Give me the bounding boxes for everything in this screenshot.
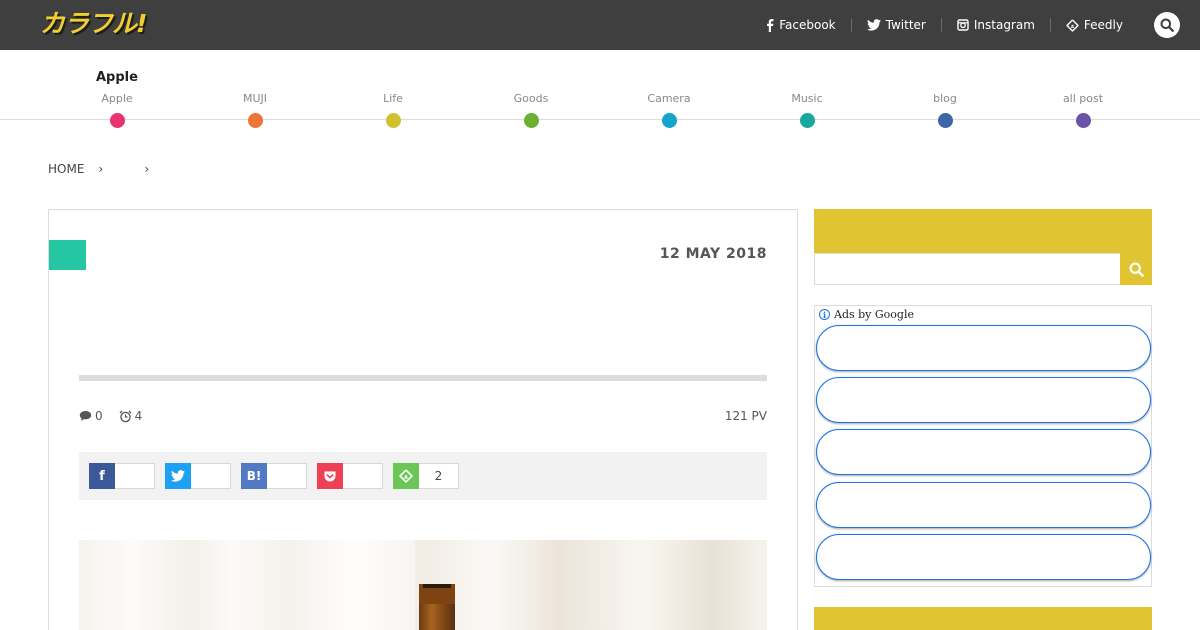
comment-count: 0 <box>95 409 103 423</box>
nav-item-label: all post <box>1062 92 1104 105</box>
search-icon <box>1129 262 1144 277</box>
twitter-icon <box>165 463 191 489</box>
instagram-link[interactable]: Instagram <box>940 18 1050 32</box>
ad-link-button[interactable] <box>816 482 1151 528</box>
facebook-icon <box>767 18 774 32</box>
category-dot <box>661 113 677 128</box>
pocket-icon <box>317 463 343 489</box>
share-count <box>343 463 383 489</box>
breadcrumb-separator: › <box>98 162 104 176</box>
sidebar-header <box>814 209 1152 253</box>
twitter-label: Twitter <box>885 18 926 32</box>
twitter-link[interactable]: Twitter <box>850 18 941 32</box>
post-meta: 0 4 <box>79 409 158 423</box>
ads-label-text: Ads by Google <box>834 308 914 321</box>
nav-item-muji[interactable]: MUJI <box>205 92 305 128</box>
share-bar: f B! 2 <box>79 452 767 500</box>
facebook-icon: f <box>89 463 115 489</box>
sidebar-search-input[interactable] <box>814 253 1152 285</box>
nav-item-label: Life <box>383 92 403 105</box>
ads-by-google-label[interactable]: i Ads by Google <box>819 308 914 321</box>
category-tag[interactable] <box>49 240 86 270</box>
facebook-share-button[interactable]: f <box>89 463 155 489</box>
site-logo[interactable]: カラフル! <box>40 6 147 42</box>
category-dot <box>385 113 401 128</box>
nav-item-blog[interactable]: blog <box>895 92 995 128</box>
social-links: Facebook Twitter Instagram Feedly <box>751 0 1138 50</box>
ad-link-button[interactable] <box>816 534 1151 580</box>
info-icon: i <box>819 309 830 320</box>
twitter-share-button[interactable] <box>165 463 231 489</box>
feedly-link[interactable]: Feedly <box>1049 18 1138 32</box>
hatena-bookmark-button[interactable]: B! <box>241 463 307 489</box>
nav-item-label: Music <box>791 92 823 105</box>
feedly-icon <box>1066 19 1079 32</box>
comment-icon <box>79 411 92 421</box>
title-divider <box>79 375 767 381</box>
nav-item-goods[interactable]: Goods <box>481 92 581 128</box>
post-date: 12 MAY 2018 <box>659 246 767 262</box>
facebook-link[interactable]: Facebook <box>751 18 850 32</box>
pocket-button[interactable] <box>317 463 383 489</box>
category-dot <box>937 113 953 128</box>
category-dot <box>247 113 263 128</box>
category-nav: Apple Apple MUJI Life Goods Camera Music… <box>0 50 1200 128</box>
page-views: 121 PV <box>724 409 767 423</box>
current-category: Apple <box>96 70 138 85</box>
header-search-button[interactable] <box>1154 12 1180 38</box>
instagram-label: Instagram <box>973 18 1035 32</box>
facebook-label: Facebook <box>779 18 836 32</box>
sidebar-header-2 <box>814 607 1152 630</box>
read-time: 4 <box>134 409 143 423</box>
nav-item-apple[interactable]: Apple <box>67 92 167 128</box>
ad-link-button[interactable] <box>816 325 1151 371</box>
nav-item-all-post[interactable]: all post <box>1033 92 1133 128</box>
ad-link-button[interactable] <box>816 377 1151 423</box>
nav-item-camera[interactable]: Camera <box>619 92 719 128</box>
breadcrumb-separator: › <box>144 162 150 176</box>
hatena-icon: B! <box>241 463 267 489</box>
share-count <box>115 463 155 489</box>
share-count: 2 <box>419 463 459 489</box>
instagram-icon <box>957 19 969 31</box>
nav-item-label: Goods <box>513 92 549 105</box>
sidebar-search-button[interactable] <box>1120 253 1152 285</box>
breadcrumb-home-link[interactable]: HOME <box>48 162 84 176</box>
nav-item-life[interactable]: Life <box>343 92 443 128</box>
share-count <box>267 463 307 489</box>
ads-widget: i Ads by Google <box>814 305 1152 587</box>
twitter-icon <box>866 19 881 31</box>
share-count <box>191 463 231 489</box>
nav-item-label: MUJI <box>242 92 268 105</box>
category-dot <box>799 113 815 128</box>
ad-link-button[interactable] <box>816 429 1151 475</box>
feedly-icon <box>393 463 419 489</box>
top-bar: カラフル! Facebook Twitter Instagram Feedly <box>0 0 1200 50</box>
search-icon <box>1160 18 1174 32</box>
nav-item-label: blog <box>933 92 957 105</box>
breadcrumb: HOME › › <box>48 162 176 176</box>
category-dot <box>523 113 539 128</box>
feedly-follow-button[interactable]: 2 <box>393 463 459 489</box>
category-dot <box>1075 113 1091 128</box>
bottle-photo <box>79 540 767 630</box>
nav-item-label: Apple <box>101 92 133 105</box>
nav-item-music[interactable]: Music <box>757 92 857 128</box>
article-card: 12 MAY 2018 0 4 121 PV f B! 2 <box>48 209 798 630</box>
article-photo <box>79 540 767 630</box>
feedly-label: Feedly <box>1083 18 1123 32</box>
nav-item-label: Camera <box>647 92 691 105</box>
category-dot <box>109 113 125 128</box>
alarm-clock-icon <box>119 410 132 422</box>
